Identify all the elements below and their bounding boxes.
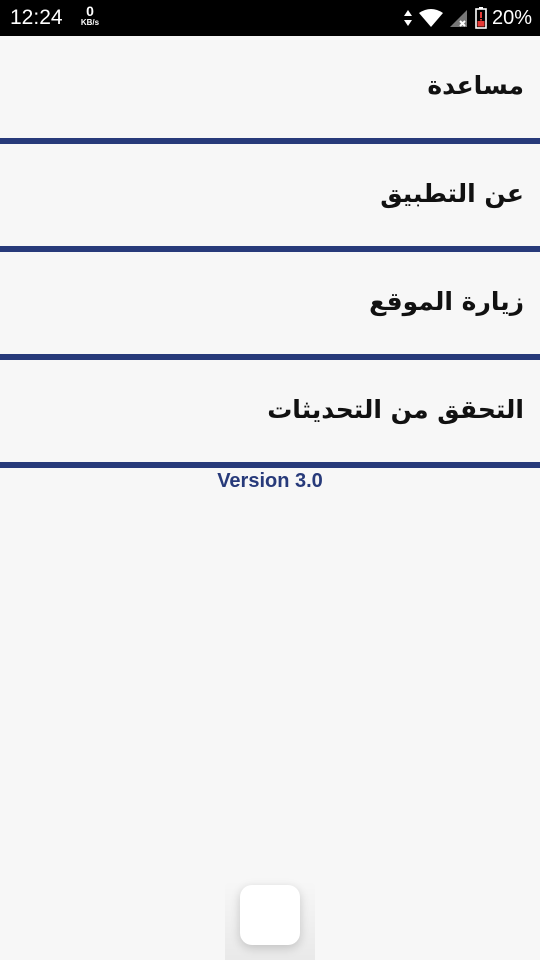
menu-item-label: زيارة الموقع xyxy=(369,286,524,316)
menu-item-help[interactable]: مساعدة xyxy=(0,36,540,144)
settings-menu: مساعدة عن التطبيق زيارة الموقع التحقق من… xyxy=(0,36,540,468)
menu-item-check-updates[interactable]: التحقق من التحديثات xyxy=(0,360,540,468)
cell-signal-no-data-icon xyxy=(449,8,469,28)
menu-item-label: مساعدة xyxy=(427,70,524,100)
wifi-icon xyxy=(418,8,443,28)
menu-item-visit-website[interactable]: زيارة الموقع xyxy=(0,252,540,360)
battery-low-icon xyxy=(475,7,487,29)
battery-percent: 20% xyxy=(491,7,532,29)
data-arrows-icon xyxy=(403,9,413,27)
menu-item-label: التحقق من التحديثات xyxy=(267,394,524,424)
status-time: 12:24 xyxy=(10,6,63,29)
menu-item-label: عن التطبيق xyxy=(380,178,524,208)
floating-action-button[interactable] xyxy=(240,885,300,945)
network-speed-indicator: 0 KB/s xyxy=(76,4,104,27)
version-label: Version 3.0 xyxy=(217,470,323,492)
network-speed-unit: KB/s xyxy=(80,18,100,27)
network-speed-value: 0 xyxy=(86,3,94,19)
status-bar: 12:24 0 KB/s 20% xyxy=(0,0,540,36)
menu-item-about-app[interactable]: عن التطبيق xyxy=(0,144,540,252)
status-icons: 20% xyxy=(397,5,532,31)
